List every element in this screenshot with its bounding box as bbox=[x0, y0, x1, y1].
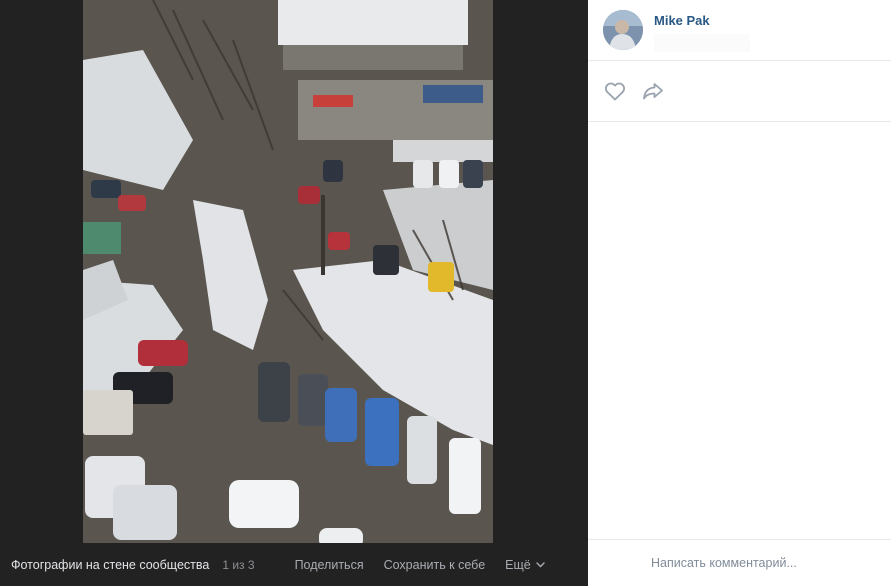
viewer-actions: Поделиться Сохранить к себе Ещё bbox=[295, 558, 545, 572]
avatar-image bbox=[603, 10, 643, 50]
reactions-bar bbox=[588, 61, 891, 122]
more-button[interactable]: Ещё bbox=[505, 558, 545, 572]
chevron-down-icon bbox=[536, 561, 545, 567]
photo-counter: 1 из 3 bbox=[222, 557, 255, 572]
heart-icon bbox=[605, 82, 625, 101]
like-button[interactable] bbox=[602, 78, 628, 104]
viewer-bottom-bar: Фотографии на стене сообщества 1 из 3 По… bbox=[0, 543, 588, 586]
author-info: Mike Pak bbox=[654, 10, 750, 52]
post-date bbox=[654, 34, 750, 52]
photo-image bbox=[83, 0, 493, 543]
photo-viewer: Фотографии на стене сообщества 1 из 3 По… bbox=[0, 0, 588, 586]
photo[interactable] bbox=[83, 0, 493, 543]
share-button[interactable]: Поделиться bbox=[295, 558, 364, 572]
share-arrow-icon bbox=[643, 83, 663, 100]
album-title[interactable]: Фотографии на стене сообщества bbox=[11, 558, 209, 572]
author-name[interactable]: Mike Pak bbox=[654, 13, 750, 28]
comment-input[interactable]: Написать комментарий... bbox=[651, 556, 797, 570]
author-header: Mike Pak bbox=[588, 0, 891, 61]
more-label: Ещё bbox=[505, 557, 531, 572]
share-post-button[interactable] bbox=[640, 78, 666, 104]
comments-area bbox=[588, 123, 891, 539]
save-to-album-button[interactable]: Сохранить к себе bbox=[384, 558, 486, 572]
photo-sidebar: Mike Pak Написать комментарий... bbox=[588, 0, 891, 586]
comment-composer: Написать комментарий... bbox=[588, 539, 891, 586]
avatar[interactable] bbox=[603, 10, 643, 50]
